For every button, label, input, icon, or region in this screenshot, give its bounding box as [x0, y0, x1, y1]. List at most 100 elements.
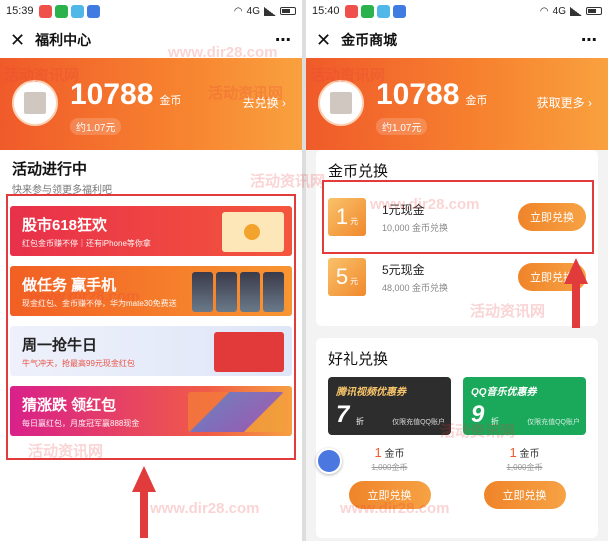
voucher-note: 仅限充值QQ账户 [392, 419, 445, 426]
voucher-note: 仅限充值QQ账户 [527, 419, 580, 426]
redeem-button[interactable]: 立即兑换 [348, 481, 431, 509]
more-options-icon[interactable]: ⋯ [275, 30, 292, 50]
redeem-button[interactable]: 立即兑换 [518, 203, 586, 231]
price-unit: 金币 [519, 449, 540, 460]
cash-amount: 1 [335, 204, 349, 229]
close-icon[interactable]: ✕ [10, 30, 25, 51]
coin-value-approx: 约1.07元 [376, 118, 428, 135]
floating-assistant-icon[interactable] [316, 448, 342, 474]
exchange-name: 5元现金 [382, 262, 425, 277]
network-label: 4G [552, 5, 566, 17]
exchange-cost: 48,000 金币兑换 [382, 282, 449, 293]
gift-item-tencent-video: 腾讯视频优惠券 7 折 仅限充值QQ账户 1 金币 1,000金币 立即兑换 [328, 377, 451, 509]
gift-price: 1 金币 [328, 445, 451, 460]
exchange-item-5yuan: 5 元 5元现金 48,000 金币兑换 立即兑换 [316, 247, 598, 307]
exchange-info: 1元现金 10,000 金币兑换 [382, 201, 448, 234]
cash-tile: 5 元 [328, 258, 366, 296]
activity-banner-guess-rise-fall[interactable]: 猜涨跌 领红包 每日赢红包，月度冠军赢888现金 [10, 386, 292, 436]
system-indicators: ◠ 4G [540, 6, 602, 17]
gift-price: 1 金币 [463, 445, 586, 460]
voucher-discount: 7 [336, 401, 350, 428]
nav-bar: ✕ 福利中心 ⋯ [0, 22, 302, 58]
status-time: 15:39 [6, 5, 34, 17]
voucher-discount-unit: 折 [491, 417, 499, 426]
activities-header: 活动进行中 快来参与领更多福利吧 [0, 150, 302, 198]
price-amount: 1 [374, 445, 382, 460]
coin-balance: 10788 金币 [70, 78, 181, 112]
coin-exchange-panel: 金币兑换 1 元 1元现金 10,000 金币兑换 立即兑换 5 元 5元现金 … [316, 150, 598, 326]
section-subtitle: 快来参与领更多福利吧 [12, 185, 112, 196]
page-title: 福利中心 [35, 32, 92, 48]
voucher-card[interactable]: 腾讯视频优惠券 7 折 仅限充值QQ账户 [328, 377, 451, 435]
cash-unit: 元 [350, 217, 359, 226]
coin-balance: 10788 金币 [376, 78, 487, 112]
voucher-discount: 9 [471, 401, 485, 428]
close-icon[interactable]: ✕ [316, 30, 331, 51]
nav-bar: ✕ 金币商城 ⋯ [306, 22, 608, 58]
app-notification-icon [70, 4, 84, 18]
cash-tile: 1 元 [328, 198, 366, 236]
app-notification-icon [344, 4, 358, 18]
wifi-icon: ◠ [233, 5, 243, 17]
notification-icons [344, 4, 406, 18]
exchange-info: 5元现金 48,000 金币兑换 [382, 261, 448, 294]
app-notification-icon [38, 4, 52, 18]
system-indicators: ◠ 4G [234, 6, 296, 17]
avatar[interactable] [318, 80, 364, 126]
panel-title: 金币兑换 [328, 163, 389, 180]
welfare-center-screen: 15:39 ◠ 4G ✕ 福利中心 ⋯ 10788 金币 约1.07元 去兑换 … [0, 0, 302, 541]
wifi-icon: ◠ [539, 5, 549, 17]
battery-icon [280, 7, 296, 15]
original-price: 1,000金币 [371, 463, 408, 472]
voucher-title: QQ音乐优惠券 [471, 387, 537, 398]
go-exchange-link[interactable]: 去兑换 › [243, 94, 286, 111]
price-amount: 1 [509, 445, 517, 460]
coin-unit: 金币 [465, 95, 488, 107]
cash-amount: 5 [335, 264, 349, 289]
gift-item-qq-music: QQ音乐优惠券 9 折 仅限充值QQ账户 1 金币 1,000金币 立即兑换 [463, 377, 586, 509]
get-more-link[interactable]: 获取更多 › [537, 94, 592, 111]
status-time: 15:40 [312, 5, 340, 17]
app-notification-icon [392, 4, 406, 18]
coin-balance-header: 10788 金币 约1.07元 获取更多 › [306, 58, 608, 150]
app-notification-icon [86, 4, 100, 18]
signal-icon [264, 6, 276, 16]
coin-mall-screen: 15:40 ◠ 4G ✕ 金币商城 ⋯ 10788 金币 约1.07元 获取更多… [306, 0, 608, 541]
coin-amount: 10788 [376, 78, 460, 111]
phones-illustration [192, 272, 284, 312]
exchange-cost: 10,000 金币兑换 [382, 222, 449, 233]
original-price: 1,000金币 [506, 463, 543, 472]
voucher-title: 腾讯视频优惠券 [336, 387, 406, 398]
gift-exchange-panel: 好礼兑换 腾讯视频优惠券 7 折 仅限充值QQ账户 1 金币 1,000金币 立… [316, 338, 598, 538]
abstract-shapes-illustration [188, 392, 284, 432]
coin-unit: 金币 [159, 95, 182, 107]
coin-amount: 10788 [70, 78, 154, 111]
voucher-discount-unit: 折 [356, 417, 364, 426]
network-label: 4G [246, 5, 260, 17]
exchange-item-1yuan: 1 元 1元现金 10,000 金币兑换 立即兑换 [316, 187, 598, 247]
notification-icons [38, 4, 100, 18]
battery-icon [586, 7, 602, 15]
price-unit: 金币 [384, 449, 405, 460]
redeem-button[interactable]: 立即兑换 [483, 481, 566, 509]
panel-title: 好礼兑换 [328, 351, 389, 368]
page-title: 金币商城 [341, 32, 398, 48]
status-bar: 15:40 ◠ 4G [306, 0, 608, 22]
app-notification-icon [54, 4, 68, 18]
more-options-icon[interactable]: ⋯ [581, 30, 598, 50]
gift-box-illustration [222, 212, 284, 252]
status-bar: 15:39 ◠ 4G [0, 0, 302, 22]
exchange-name: 1元现金 [382, 202, 425, 217]
signal-icon [570, 6, 582, 16]
activity-banner-task-phone[interactable]: 做任务 赢手机 现金红包、金币赚不停，华为mate30免费送 [10, 266, 292, 316]
voucher-card[interactable]: QQ音乐优惠券 9 折 仅限充值QQ账户 [463, 377, 586, 435]
activity-banner-monday-bull[interactable]: 周一抢牛日 牛气冲天，抢最高99元现金红包 [10, 326, 292, 376]
coin-balance-header: 10788 金币 约1.07元 去兑换 › [0, 58, 302, 150]
activity-banner-stock618[interactable]: 股市618狂欢 红包金币赚不停｜还有iPhone等你拿 [10, 206, 292, 256]
avatar[interactable] [12, 80, 58, 126]
coin-value-approx: 约1.07元 [70, 118, 122, 135]
app-notification-icon [360, 4, 374, 18]
redeem-button[interactable]: 立即兑换 [518, 263, 586, 291]
red-envelope-illustration [214, 332, 284, 372]
activity-list: 股市618狂欢 红包金币赚不停｜还有iPhone等你拿 做任务 赢手机 现金红包… [0, 198, 302, 541]
